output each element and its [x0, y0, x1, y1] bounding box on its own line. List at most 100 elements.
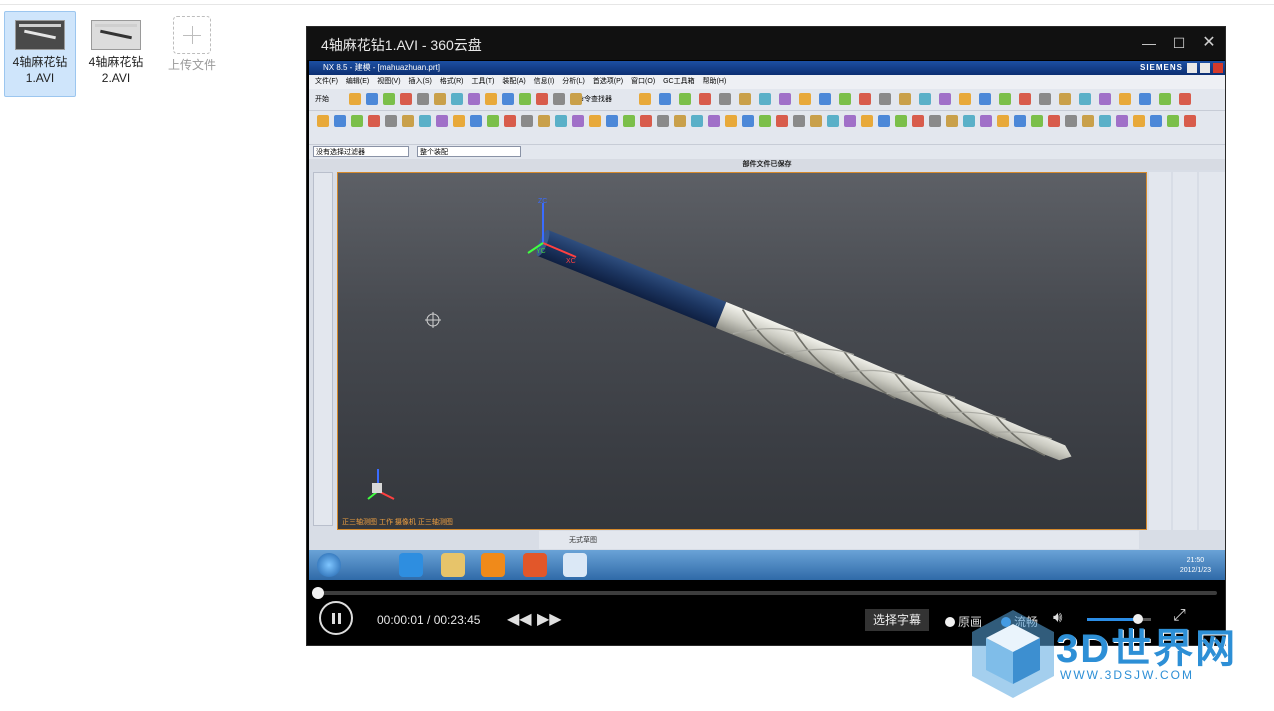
forward-icon[interactable]: ▶▶	[537, 609, 562, 629]
nx-toolbar-icon	[1099, 115, 1111, 127]
nx-toolbar-icon	[878, 115, 890, 127]
video-thumbnail	[15, 20, 65, 50]
pause-button[interactable]	[319, 601, 353, 635]
plus-icon	[173, 16, 211, 54]
nx-task-icon	[563, 553, 587, 577]
nx-toolbar-icon	[368, 115, 380, 127]
nx-toolbar-icon	[1167, 115, 1179, 127]
drill-model: ZC YC XC	[367, 198, 1072, 500]
nx-menu-item: 插入(S)	[408, 78, 432, 85]
nx-toolbar-icon	[436, 115, 448, 127]
nx-toolbar-icon	[504, 115, 516, 127]
seek-handle[interactable]	[311, 587, 324, 599]
axis-label-yc: YC	[536, 248, 546, 255]
nx-restore-icon	[1200, 63, 1210, 73]
nx-toolbar-icon	[799, 93, 811, 105]
nx-toolbar-icon	[1119, 93, 1131, 105]
nx-menu-item: 首选项(P)	[592, 78, 624, 85]
nx-command-finder: 命令查找器	[577, 96, 612, 103]
radio-dot	[945, 617, 955, 627]
3d-cube-logo	[972, 610, 1054, 698]
nx-toolbar-icon	[819, 93, 831, 105]
nx-menu-item: 视图(V)	[377, 78, 401, 85]
nx-toolbar-icon	[555, 115, 567, 127]
axis-label-zc: ZC	[538, 198, 547, 205]
nx-toolbar-icon	[963, 115, 975, 127]
nx-toolbar-icon	[879, 93, 891, 105]
nx-toolbar-icon	[589, 115, 601, 127]
nx-bottom-toolbar-label: 无式草图	[569, 537, 597, 544]
nx-start-label: 开始	[315, 96, 329, 103]
nx-menu-item: 窗口(O)	[631, 78, 656, 85]
watermark: 3D世界网 WWW.3DSJW.COM	[968, 606, 1268, 706]
view-triad-icon	[367, 469, 395, 500]
close-icon[interactable]: ✕	[1199, 33, 1219, 53]
nx-selection-bar: 没有选择过滤器 整个装配	[309, 145, 1225, 159]
nx-toolbar-icon	[606, 115, 618, 127]
nx-toolbar-icon	[997, 115, 1009, 127]
nx-menu-item: 帮助(H)	[702, 78, 727, 85]
media-player-icon	[481, 553, 505, 577]
nx-toolbar-icon	[739, 93, 751, 105]
nx-toolbar-icon	[383, 93, 395, 105]
siemens-logo: SIEMENS	[1139, 63, 1183, 72]
nx-toolbar-icon	[434, 93, 446, 105]
nx-toolbar-icon	[451, 93, 463, 105]
nx-toolbar-icon	[366, 93, 378, 105]
nx-toolbar-icon	[861, 115, 873, 127]
nx-viewport-caption: 正三轴测图 工作 摄像机 正三轴测图	[342, 519, 453, 526]
nx-curve-toolbar	[1173, 172, 1197, 530]
nx-toolbar-icon	[708, 115, 720, 127]
nx-toolbar-icon	[1065, 115, 1077, 127]
nx-toolbar-icon	[659, 93, 671, 105]
nx-toolbar-icon	[912, 115, 924, 127]
time-display: 00:00:01 / 00:23:45	[377, 613, 481, 627]
nx-toolbar-icon	[1014, 115, 1026, 127]
nx-menu-item: 分析(L)	[562, 78, 585, 85]
nx-toolbar-icon	[959, 93, 971, 105]
nx-menu-item: 信息(I)	[533, 78, 555, 85]
nx-toolbar-icon	[349, 93, 361, 105]
nx-toolbar-icon	[691, 115, 703, 127]
nx-menu-item: 格式(R)	[439, 78, 464, 85]
upload-file-button[interactable]: 上传文件	[156, 11, 228, 97]
watermark-url: WWW.3DSJW.COM	[1060, 668, 1194, 682]
nx-toolbar-icon	[317, 115, 329, 127]
nx-menu-item: 文件(F)	[315, 78, 338, 85]
nx-filter-select: 没有选择过滤器	[313, 146, 409, 157]
video-frame[interactable]: NX 8.5 - 建模 - [mahuazhuan.prt] SIEMENS 文…	[309, 61, 1225, 580]
nx-close-icon	[1213, 63, 1223, 73]
file-name: 4轴麻花钻2.AVI	[88, 55, 144, 85]
windows-start-icon	[317, 553, 341, 577]
nx-menu-item: 编辑(E)	[345, 78, 370, 85]
select-subtitle-button[interactable]: 选择字幕	[865, 609, 929, 631]
maximize-icon[interactable]: ☐	[1169, 33, 1189, 53]
rewind-icon[interactable]: ◀◀	[507, 609, 532, 629]
nx-toolbar-icon	[351, 115, 363, 127]
clock-time: 21:50	[1186, 557, 1205, 564]
top-divider	[0, 0, 1274, 5]
nx-toolbar-icon	[810, 115, 822, 127]
nx-toolbar-icon	[1116, 115, 1128, 127]
minimize-icon[interactable]: —	[1139, 33, 1159, 53]
nx-toolbar-icon	[485, 93, 497, 105]
nx-app-title: NX 8.5 - 建模 - [mahuazhuan.prt]	[323, 63, 440, 72]
axis-label-xc: XC	[566, 258, 576, 265]
windows-taskbar: 21:50 2012/1/23	[309, 550, 1225, 580]
nx-toolbar-icon	[939, 93, 951, 105]
nx-toolbar-icon	[1019, 93, 1031, 105]
nx-toolbar-icon	[759, 93, 771, 105]
nx-toolbar-icon	[844, 115, 856, 127]
nx-toolbar-icon	[1150, 115, 1162, 127]
nx-minimize-icon	[1187, 63, 1197, 73]
nx-toolbar-icon	[657, 115, 669, 127]
nx-toolbar-icon	[979, 93, 991, 105]
nx-toolbar-standard: 开始 命令查找器	[309, 89, 1225, 111]
nx-toolbar-icon	[1082, 115, 1094, 127]
nx-toolbar-icon	[980, 115, 992, 127]
nx-graphics-viewport: ZC YC XC 正三轴测图 工作 摄像机 正三轴测图	[337, 172, 1147, 530]
seek-bar[interactable]	[311, 587, 1217, 599]
file-item-1[interactable]: 4轴麻花钻1.AVI	[4, 11, 76, 97]
file-item-2[interactable]: 4轴麻花钻2.AVI	[80, 11, 152, 97]
nx-toolbar-icon	[385, 115, 397, 127]
